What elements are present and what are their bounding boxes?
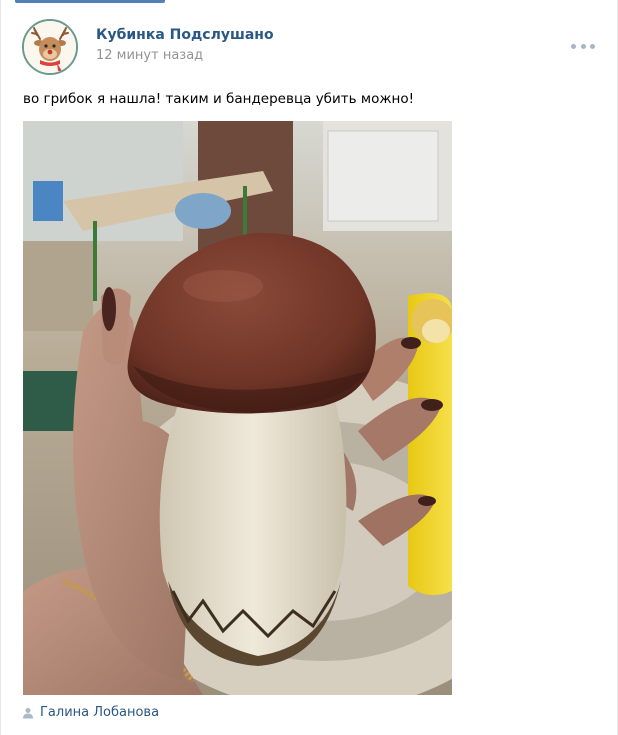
more-dots-icon[interactable] [571, 40, 595, 52]
mushroom-photo [23, 121, 452, 695]
user-icon [23, 707, 33, 718]
post-photo[interactable] [23, 121, 452, 695]
signer-name[interactable]: Галина Лобанова [40, 705, 159, 720]
dot [580, 43, 586, 49]
dot [571, 43, 576, 49]
post-author-link[interactable]: Кубинка Подслушано [96, 27, 274, 43]
post-text: во грибок я нашла! таким и бандеревца уб… [23, 91, 414, 107]
tab-indicator [15, 0, 165, 3]
dot [590, 43, 595, 49]
post-signer[interactable]: Галина Лобанова [22, 705, 159, 720]
reindeer-icon [24, 21, 76, 73]
post-timestamp[interactable]: 12 минут назад [96, 48, 203, 63]
community-avatar[interactable] [22, 19, 78, 75]
wall-post: Кубинка Подслушано 12 минут назад во гри… [0, 0, 618, 735]
